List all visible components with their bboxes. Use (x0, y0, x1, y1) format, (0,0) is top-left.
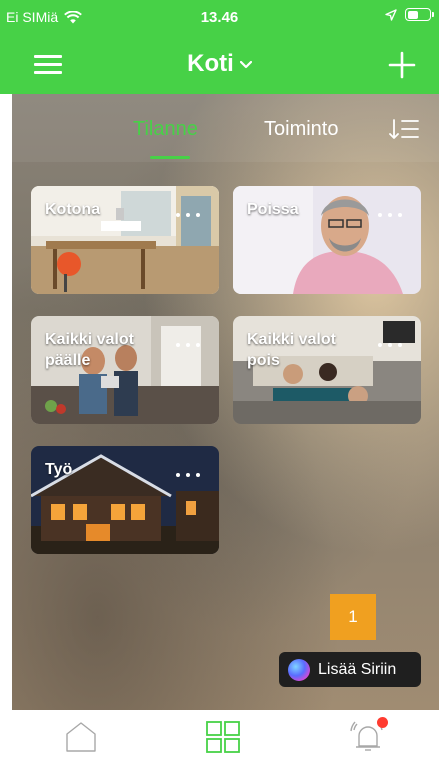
scene-label: Poissa (247, 201, 299, 218)
chevron-down-icon (239, 60, 252, 68)
siri-icon (288, 658, 310, 681)
status-time: 13.46 (200, 9, 239, 26)
tab-row: Tilanne Toiminto (12, 94, 439, 162)
add-to-siri-button[interactable]: Lisää Siriin (279, 652, 421, 687)
more-options-icon[interactable] (377, 212, 403, 218)
scene-content: Tilanne Toiminto Kotona Poissa Kaikki va… (12, 94, 439, 710)
status-bar: Ei SIMiä 13.46 (0, 0, 439, 36)
scene-label: Työ (45, 461, 73, 478)
alarm-tab[interactable] (348, 716, 388, 756)
tab-tilanne[interactable]: Tilanne (133, 118, 198, 141)
more-options-icon[interactable] (377, 342, 403, 348)
home-icon[interactable] (64, 720, 98, 754)
home-selector[interactable]: Koti (0, 50, 439, 78)
nav-bar: Koti (0, 36, 439, 94)
notification-dot (377, 717, 388, 728)
scene-label: Kaikki valot pois (247, 331, 336, 369)
scene-label: Kaikki valot päälle (45, 331, 134, 369)
more-options-icon[interactable] (175, 212, 201, 218)
page-title: Koti (187, 50, 234, 77)
step-badge: 1 (330, 594, 376, 640)
tab-toiminto[interactable]: Toiminto (264, 118, 338, 141)
scene-card-kaikki-valot-pois[interactable]: Kaikki valot pois (233, 316, 421, 424)
scene-label: Kotona (45, 201, 101, 218)
scene-card-kotona[interactable]: Kotona (31, 186, 219, 294)
sort-list-icon[interactable] (389, 118, 419, 140)
add-button[interactable] (387, 50, 417, 80)
battery-icon (405, 8, 434, 21)
scene-card-poissa[interactable]: Poissa (233, 186, 421, 294)
scene-card-tyo[interactable]: Työ (31, 446, 219, 554)
active-tab-indicator (150, 156, 190, 159)
more-options-icon[interactable] (175, 342, 201, 348)
grid-icon[interactable] (205, 720, 241, 754)
siri-label: Lisää Siriin (318, 660, 397, 678)
more-options-icon[interactable] (175, 472, 201, 478)
location-arrow-icon (385, 8, 397, 21)
bottom-tab-bar (0, 710, 439, 761)
scene-card-kaikki-valot-paalle[interactable]: Kaikki valot päälle (31, 316, 219, 424)
status-right (385, 8, 434, 21)
